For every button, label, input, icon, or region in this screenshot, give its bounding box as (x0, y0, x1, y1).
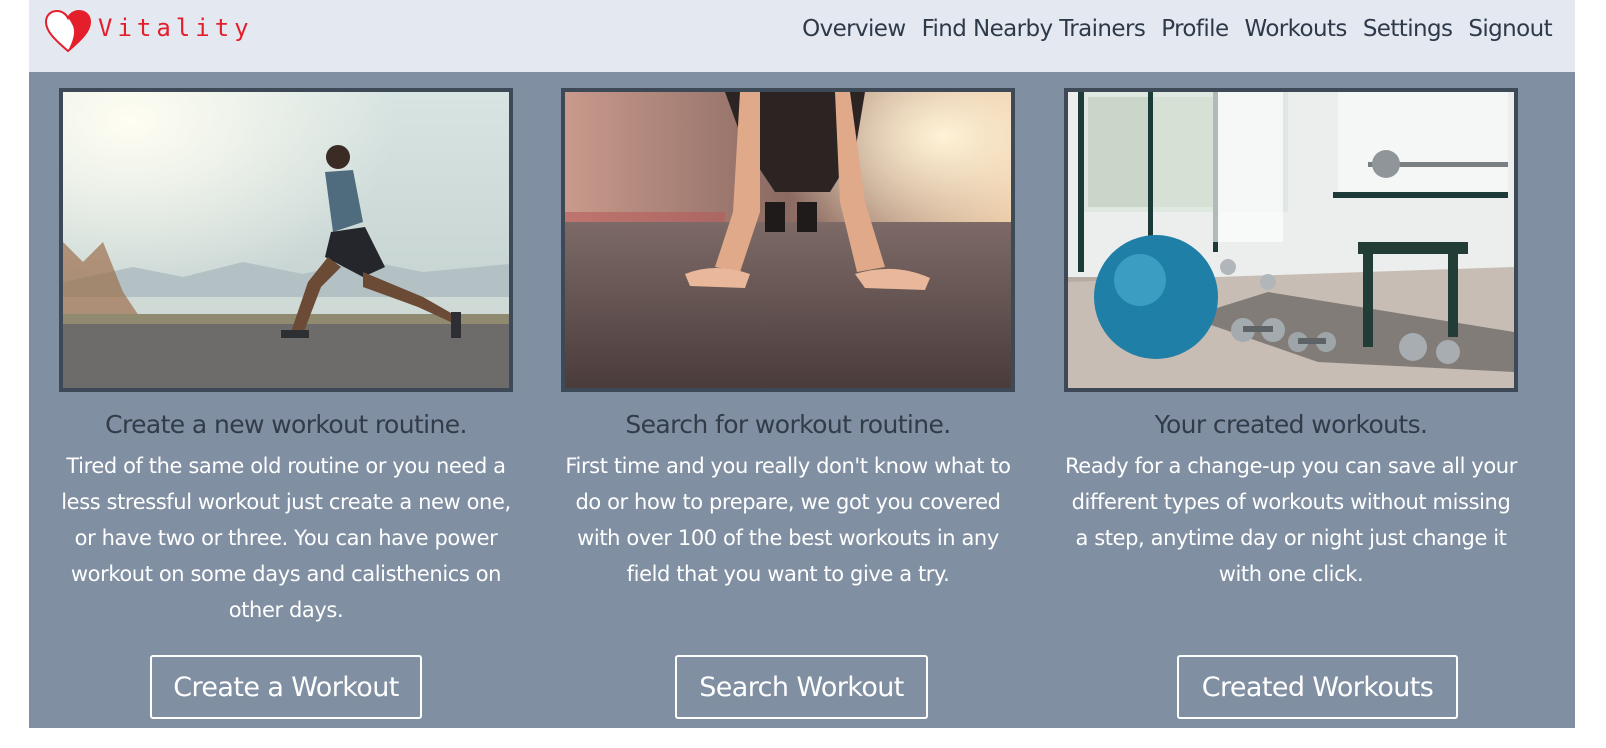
card-image-runner-lunge (59, 88, 513, 392)
card-search-workout: Search for workout routine. First time a… (561, 88, 1015, 592)
brand-logo[interactable]: Vitality (44, 8, 254, 54)
card-title: Your created workouts. (1154, 410, 1428, 439)
search-workout-button[interactable]: Search Workout (675, 655, 928, 719)
card-image-pushup (561, 88, 1015, 392)
card-description: Ready for a change-up you can save all y… (1065, 454, 1517, 586)
nav-settings[interactable]: Settings (1363, 16, 1453, 42)
nav-overview[interactable]: Overview (802, 16, 906, 42)
nav-signout[interactable]: Signout (1468, 16, 1552, 42)
navbar: Vitality Overview Find Nearby Trainers P… (29, 0, 1575, 72)
create-workout-button[interactable]: Create a Workout (150, 655, 422, 719)
nav-find-nearby-trainers[interactable]: Find Nearby Trainers (922, 16, 1146, 42)
card-description: First time and you really don't know wha… (565, 454, 1011, 586)
brand-name: Vitality (98, 14, 254, 42)
main-content: Create a new workout routine. Tired of t… (29, 72, 1575, 728)
card-title: Search for workout routine. (625, 410, 951, 439)
card-image-gym-equipment (1064, 88, 1518, 392)
card-description: Tired of the same old routine or you nee… (61, 454, 511, 622)
nav-profile[interactable]: Profile (1161, 16, 1229, 42)
main-nav: Overview Find Nearby Trainers Profile Wo… (802, 16, 1553, 42)
nav-workouts[interactable]: Workouts (1245, 16, 1348, 42)
card-title: Create a new workout routine. (105, 410, 467, 439)
card-created-workouts: Your created workouts. Ready for a chang… (1064, 88, 1518, 592)
card-create-workout: Create a new workout routine. Tired of t… (59, 88, 513, 628)
created-workouts-button[interactable]: Created Workouts (1177, 655, 1458, 719)
heart-icon (44, 9, 92, 53)
